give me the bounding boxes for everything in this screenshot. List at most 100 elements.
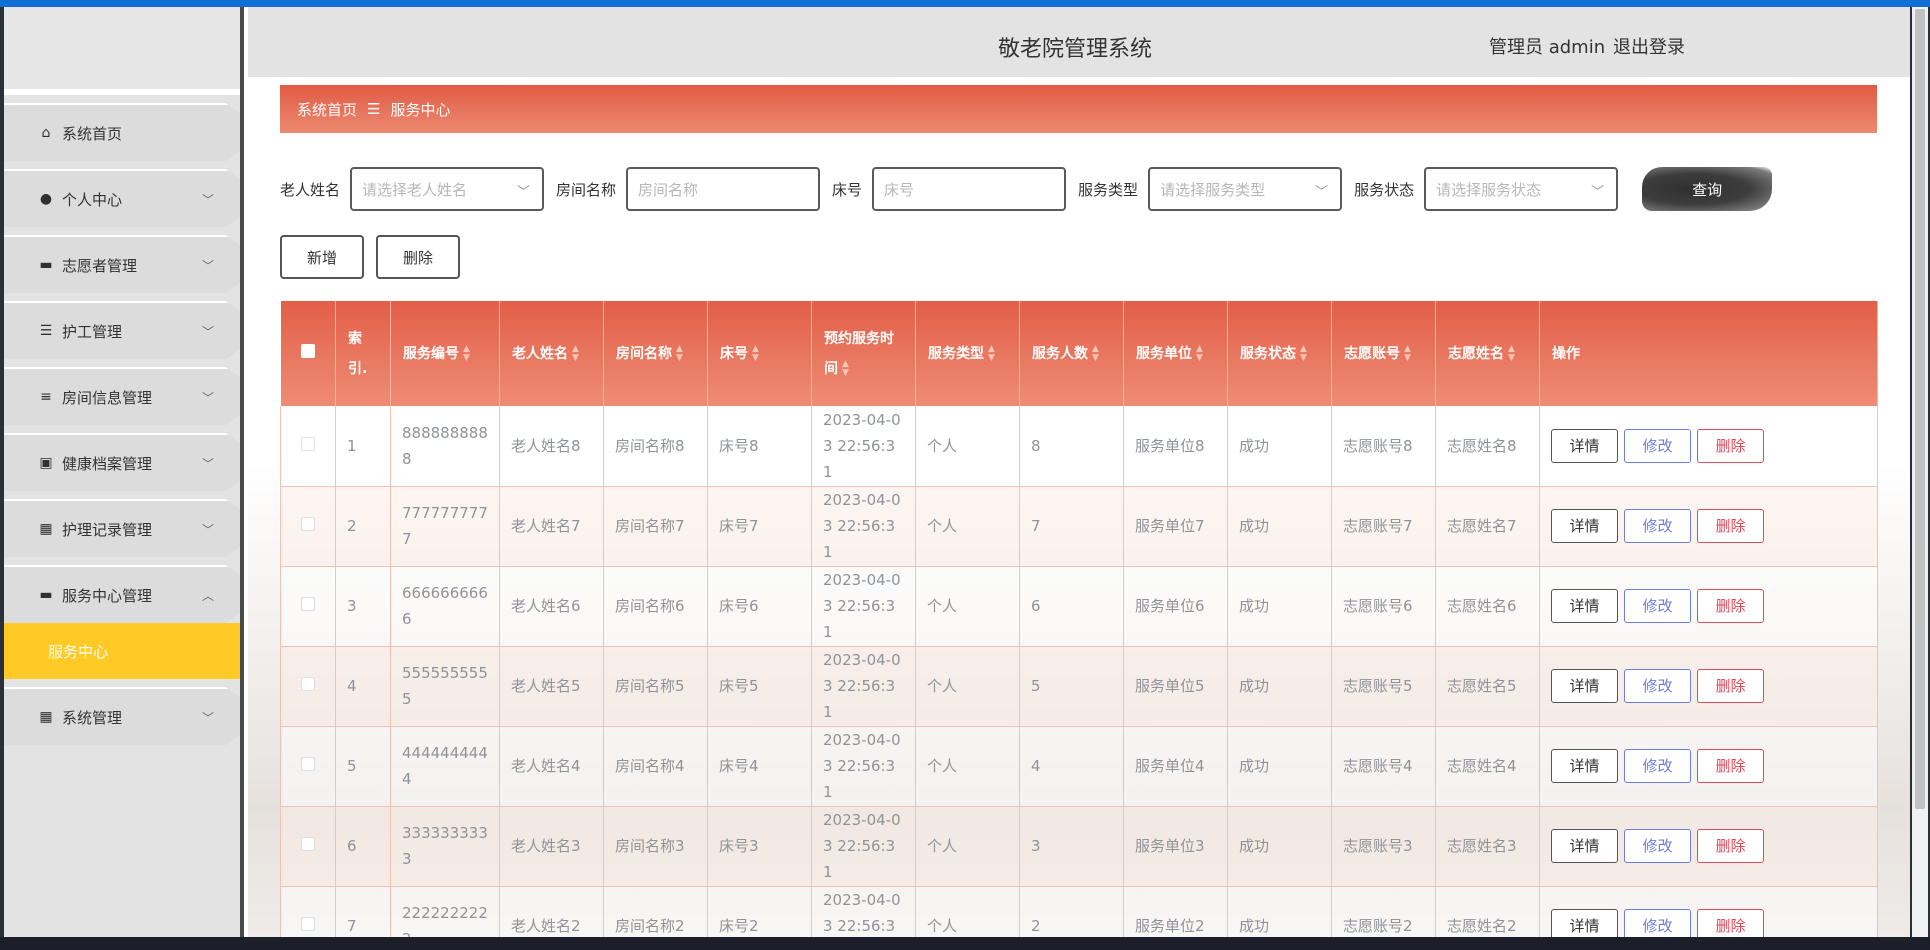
row-actions: 详情 修改 删除 <box>1539 646 1878 727</box>
sort-icon: ▲ ▼ <box>572 343 579 363</box>
main-content: 系统首页 ☰ 服务中心 老人姓名 请选择老人姓名 ﹀ 房间名称 房间名称 床号 … <box>248 77 1910 937</box>
table-cell: 8888888888 <box>390 406 500 487</box>
home-icon: ⌂ <box>41 125 51 141</box>
sidebar: ⌂ 系统首页 ● 个人中心 ﹀ ▬ 志愿者管理 ﹀ ☰ 护工管理 ﹀ ≡ 房间信… <box>4 7 244 937</box>
chevron-down-icon: ﹀ <box>201 711 214 725</box>
column-header[interactable]: 服务状态 ▲ ▼ <box>1227 301 1332 406</box>
table-cell: 7 <box>1019 486 1124 567</box>
row-checkbox[interactable] <box>301 517 315 531</box>
sidebar-item-service-center[interactable]: ▬ 服务中心管理 ︿ <box>4 565 240 623</box>
row-actions: 详情 修改 删除 <box>1539 726 1878 807</box>
column-header[interactable]: 志愿姓名 ▲ ▼ <box>1435 301 1540 406</box>
sort-icon: ▲ ▼ <box>676 343 683 363</box>
table-cell: 3333333333 <box>390 806 500 887</box>
table-cell: 5 <box>1019 646 1124 727</box>
action-buttons: 新增 删除 <box>280 235 472 279</box>
breadcrumb: 系统首页 ☰ 服务中心 <box>280 85 1877 133</box>
select-all-checkbox[interactable] <box>280 301 336 406</box>
column-header[interactable]: 服务单位 ▲ ▼ <box>1123 301 1228 406</box>
chevron-down-icon: ﹀ <box>201 259 214 273</box>
scrollbar-thumb[interactable] <box>1915 9 1925 809</box>
sort-icon: ▲ ▼ <box>1404 343 1411 363</box>
service-status-select[interactable]: 请选择服务状态 ﹀ <box>1424 167 1619 211</box>
table-cell: 7777777777 <box>390 486 500 567</box>
table-cell: 6 <box>335 806 391 887</box>
edit-button[interactable]: 修改 <box>1624 589 1691 623</box>
detail-button[interactable]: 详情 <box>1551 669 1618 703</box>
table-header-row: 索引. 服务编号 ▲ ▼ 老人姓名 ▲ ▼ 房间名称 ▲ ▼ 床号 ▲ ▼ 预约服务时间 ▲ ▼ 服… <box>280 301 1878 406</box>
window-top-strip <box>0 0 1930 7</box>
column-header[interactable]: 服务类型 ▲ ▼ <box>915 301 1020 406</box>
table-cell: 1 <box>335 406 391 487</box>
logout-link[interactable]: 退出登录 <box>1613 33 1685 59</box>
chevron-up-icon: ︿ <box>201 589 214 603</box>
sidebar-item-rooms[interactable]: ≡ 房间信息管理 ﹀ <box>4 367 240 425</box>
app-title: 敬老院管理系统 <box>998 37 1153 62</box>
table-cell: 服务单位7 <box>1123 486 1228 567</box>
detail-button[interactable]: 详情 <box>1551 749 1618 783</box>
edit-button[interactable]: 修改 <box>1624 749 1691 783</box>
room-name-input[interactable]: 房间名称 <box>626 167 821 211</box>
delete-button[interactable]: 删除 <box>1697 509 1764 543</box>
edit-button[interactable]: 修改 <box>1624 829 1691 863</box>
sidebar-item-system[interactable]: ▦ 系统管理 ﹀ <box>4 687 240 745</box>
detail-button[interactable]: 详情 <box>1551 509 1618 543</box>
sort-icon: ▲ ▼ <box>1092 343 1099 363</box>
edit-button[interactable]: 修改 <box>1624 669 1691 703</box>
table-cell: 成功 <box>1227 486 1332 567</box>
column-header[interactable]: 服务人数 ▲ ▼ <box>1019 301 1124 406</box>
query-button[interactable]: 查询 <box>1642 167 1773 211</box>
row-checkbox[interactable] <box>301 837 315 851</box>
service-type-select[interactable]: 请选择服务类型 ﹀ <box>1148 167 1343 211</box>
column-header[interactable]: 床号 ▲ ▼ <box>707 301 812 406</box>
delete-button[interactable]: 删除 <box>1697 829 1764 863</box>
delete-button[interactable]: 删除 <box>1697 428 1764 463</box>
sidebar-item-care-records[interactable]: ▦ 护理记录管理 ﹀ <box>4 499 240 557</box>
column-header[interactable]: 志愿账号 ▲ ▼ <box>1331 301 1436 406</box>
detail-button[interactable]: 详情 <box>1551 909 1618 937</box>
column-header[interactable]: 老人姓名 ▲ ▼ <box>499 301 604 406</box>
column-header[interactable]: 房间名称 ▲ ▼ <box>603 301 708 406</box>
sidebar-item-health-records[interactable]: ▣ 健康档案管理 ﹀ <box>4 433 240 491</box>
delete-button[interactable]: 删除 <box>1697 909 1764 937</box>
table-cell: 8 <box>1019 406 1124 487</box>
edit-button[interactable]: 修改 <box>1624 428 1691 463</box>
sidebar-item-label: 护理记录管理 <box>62 520 153 539</box>
sort-icon: ▲ ▼ <box>1508 343 1515 363</box>
add-button[interactable]: 新增 <box>280 235 364 279</box>
table-cell: 服务单位6 <box>1123 566 1228 647</box>
detail-button[interactable]: 详情 <box>1551 589 1618 623</box>
table-cell: 4 <box>1019 726 1124 807</box>
delete-button[interactable]: 删除 <box>1697 669 1764 703</box>
sliders-icon: ≡ <box>40 389 52 405</box>
sidebar-subitem-service-center[interactable]: 服务中心 <box>4 623 240 679</box>
table-cell: 志愿姓名2 <box>1435 886 1540 937</box>
edit-button[interactable]: 修改 <box>1624 509 1691 543</box>
delete-button[interactable]: 删除 <box>1697 749 1764 783</box>
detail-button[interactable]: 详情 <box>1551 428 1618 463</box>
table-cell: 房间名称2 <box>603 886 708 937</box>
column-header[interactable]: 服务编号 ▲ ▼ <box>390 301 500 406</box>
vertical-scrollbar[interactable] <box>1912 7 1928 937</box>
row-checkbox[interactable] <box>301 597 315 611</box>
row-checkbox[interactable] <box>301 917 315 931</box>
sidebar-item-volunteers[interactable]: ▬ 志愿者管理 ﹀ <box>4 235 240 293</box>
row-actions: 详情 修改 删除 <box>1539 566 1878 647</box>
detail-button[interactable]: 详情 <box>1551 829 1618 863</box>
row-checkbox[interactable] <box>301 757 315 771</box>
row-checkbox[interactable] <box>301 436 315 451</box>
column-header[interactable]: 预约服务时间 ▲ ▼ <box>811 301 916 406</box>
edit-button[interactable]: 修改 <box>1624 909 1691 937</box>
table-cell: 服务单位3 <box>1123 806 1228 887</box>
row-checkbox[interactable] <box>301 677 315 691</box>
table-cell: 床号5 <box>707 646 812 727</box>
sidebar-item-home[interactable]: ⌂ 系统首页 <box>4 103 240 161</box>
sidebar-item-caregivers[interactable]: ☰ 护工管理 ﹀ <box>4 301 240 359</box>
breadcrumb-home[interactable]: 系统首页 <box>297 99 357 120</box>
batch-delete-button[interactable]: 删除 <box>376 235 460 279</box>
delete-button[interactable]: 删除 <box>1697 589 1764 623</box>
sidebar-item-profile[interactable]: ● 个人中心 ﹀ <box>4 169 240 227</box>
chevron-down-icon: ﹀ <box>201 523 214 537</box>
bed-number-input[interactable]: 床号 <box>872 167 1067 211</box>
elder-name-select[interactable]: 请选择老人姓名 ﹀ <box>350 167 545 211</box>
